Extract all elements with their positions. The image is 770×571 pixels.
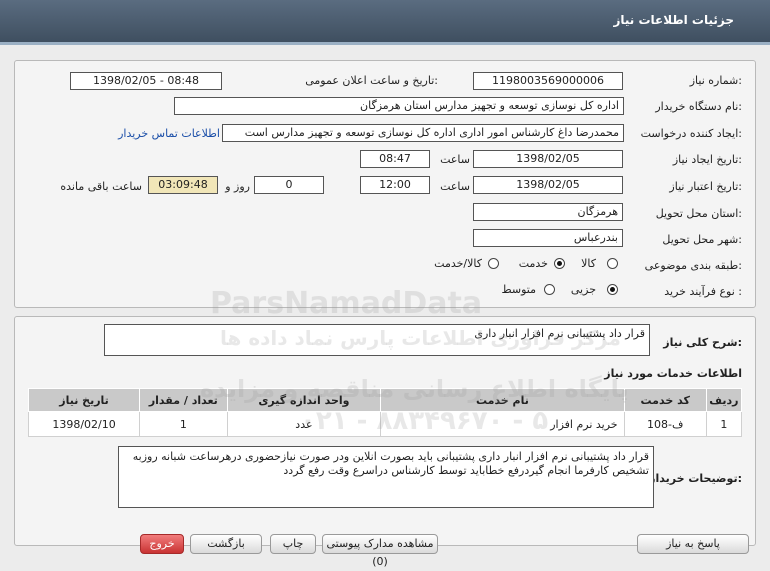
cell-quantity: 1 [139, 411, 228, 437]
buyer-org-field[interactable]: اداره کل نوسازی توسعه و تجهیز مدارس استا… [174, 97, 624, 115]
column-header-date: تاریخ نیاز [27, 388, 141, 412]
requester-label: ایجاد کننده درخواست: [640, 127, 742, 140]
category-option-goods-service: کالا/خدمت [434, 257, 482, 270]
create-time-label: ساعت [440, 153, 470, 166]
remaining-time-field: 03:09:48 [148, 176, 218, 194]
remaining-time-label: ساعت باقی مانده [60, 180, 142, 193]
process-option-minor: جزیی [570, 283, 596, 296]
buyer-org-label: نام دستگاه خریدار: [655, 100, 742, 113]
column-header-code: کد خدمت [623, 388, 707, 412]
remaining-days-field[interactable]: 0 [254, 176, 324, 194]
need-number-field[interactable]: 1198003569000006 [473, 72, 623, 90]
summary-label: شرح کلی نیاز: [663, 336, 742, 349]
requester-field[interactable]: محمدرضا داغ کارشناس امور اداری اداره کل … [222, 124, 624, 142]
announce-datetime-field[interactable]: 1398/02/05 - 08:48 [70, 72, 222, 90]
view-attachments-button[interactable]: مشاهده مدارک پیوستی (0) [322, 534, 438, 568]
watermark-line1: پایگاه اطلاع رسانی مناقصه و مزایده [200, 375, 629, 403]
create-date-label: تاریخ ایجاد نیاز: [672, 153, 742, 166]
buyer-contact-link[interactable]: اطلاعات تماس خریدار [118, 127, 220, 140]
category-radio-goods[interactable] [607, 258, 618, 269]
validity-time-label: ساعت [440, 180, 470, 193]
process-type-label: نوع فرآیند خرید : [664, 285, 742, 298]
validity-date-field[interactable]: 1398/02/05 [473, 176, 623, 194]
delivery-province-field[interactable]: هرمزگان [473, 203, 623, 221]
announce-datetime-label: تاریخ و ساعت اعلان عمومی: [305, 74, 438, 87]
delivery-province-label: استان محل تحویل: [655, 207, 742, 220]
watermark-line2: مرکز فراوری اطلاعات پارس نماد داده ها [220, 326, 621, 350]
create-date-field[interactable]: 1398/02/05 [473, 150, 623, 168]
process-radio-medium[interactable] [544, 284, 555, 295]
cell-row-number: 1 [705, 411, 743, 437]
days-label: روز و [225, 180, 250, 193]
create-time-field[interactable]: 08:47 [360, 150, 430, 168]
buyer-description-label: توضیحات خریدار: [649, 472, 742, 485]
column-header-row: ردیف [705, 388, 743, 412]
delivery-city-label: شهر محل تحویل: [662, 233, 742, 246]
category-option-service: خدمت [518, 257, 548, 270]
buyer-description-field[interactable]: قرار داد پشتیبانی نرم افزار انبار داری پ… [118, 446, 654, 508]
watermark-brand: ParsNamadData [210, 286, 483, 321]
category-radio-service[interactable] [554, 258, 565, 269]
back-button[interactable]: بازگشت [190, 534, 262, 554]
title-bar: جزئیات اطلاعات نیاز [0, 0, 770, 45]
category-option-goods: کالا [581, 257, 596, 270]
need-number-label: شماره نیاز: [689, 74, 742, 87]
process-option-medium: متوسط [501, 283, 536, 296]
respond-button[interactable]: پاسخ به نیاز [637, 534, 749, 554]
delivery-city-field[interactable]: بندرعباس [473, 229, 623, 247]
watermark-phone: ۰۲۱ - ۸۸۳۴۹۶۷۰ - ۵ [300, 406, 549, 436]
category-radio-goods-service[interactable] [488, 258, 499, 269]
cell-need-date: 1398/02/10 [27, 411, 141, 437]
page-title: جزئیات اطلاعات نیاز [613, 13, 734, 27]
cell-service-code: ف-108 [623, 411, 707, 437]
process-radio-minor[interactable] [607, 284, 618, 295]
print-button[interactable]: چاپ [270, 534, 316, 554]
validity-date-label: تاریخ اعتبار نیاز: [669, 180, 742, 193]
exit-button[interactable]: خروج [140, 534, 184, 554]
category-label: طبقه بندی موضوعی: [644, 259, 742, 272]
validity-time-field[interactable]: 12:00 [360, 176, 430, 194]
